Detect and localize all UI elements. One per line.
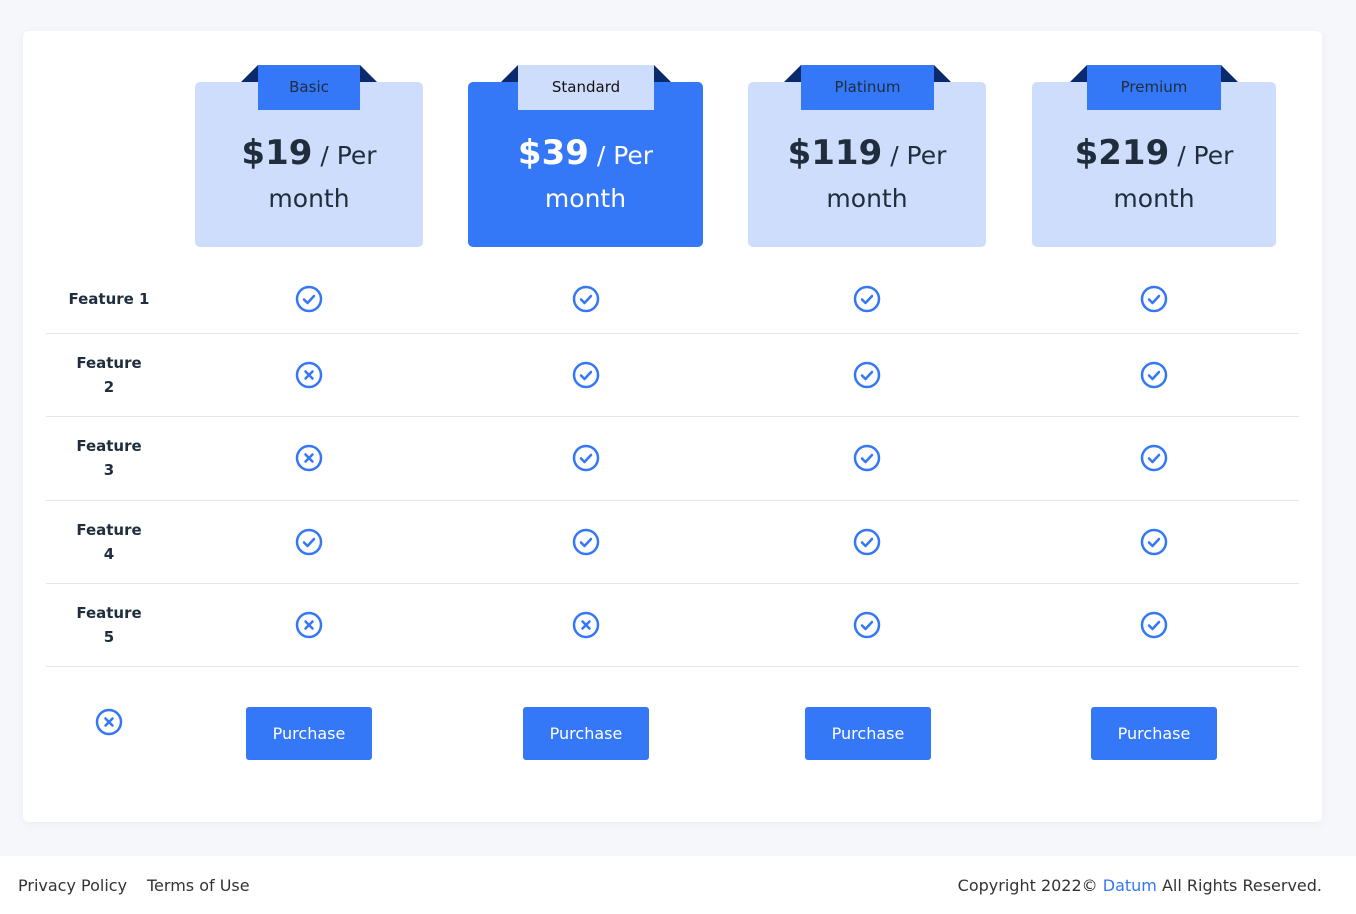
plan-basic: Basic $19 / Per month: [195, 65, 423, 247]
check-circle-icon: [853, 444, 881, 472]
plan-name-ribbon: Platinum: [784, 65, 951, 110]
plan-price: $39 / Per month: [468, 132, 703, 220]
check-circle-icon: [572, 444, 600, 472]
plan-premium: Premium $219 / Per month: [1032, 65, 1276, 247]
price-amount: $219: [1074, 133, 1170, 173]
purchase-button-platinum[interactable]: Purchase: [805, 707, 931, 760]
plan-name: Standard: [551, 78, 621, 96]
feature-5-label: Feature 5: [64, 601, 154, 649]
row-divider: [46, 500, 1299, 501]
row-divider: [46, 666, 1299, 667]
copyright-prefix: Copyright 2022©: [957, 876, 1098, 895]
check-circle-icon: [572, 528, 600, 556]
terms-of-use-link[interactable]: Terms of Use: [147, 876, 250, 895]
feature-3-label: Feature 3: [64, 434, 154, 482]
plan-name-ribbon: Basic: [241, 65, 377, 110]
check-circle-icon: [295, 285, 323, 313]
feature-word: Feature: [76, 437, 142, 455]
check-circle-icon: [295, 528, 323, 556]
plan-platinum: Platinum $119 / Per month: [748, 65, 986, 247]
plan-name-ribbon: Standard: [501, 65, 671, 110]
x-circle-icon: [95, 708, 123, 736]
feature-number: 4: [103, 545, 115, 563]
plan-name-ribbon: Premium: [1070, 65, 1238, 110]
feature-number: 2: [103, 378, 115, 396]
check-circle-icon: [572, 285, 600, 313]
check-circle-icon: [853, 361, 881, 389]
plan-name: Platinum: [834, 78, 901, 96]
feature-1-label: Feature 1: [64, 287, 154, 311]
brand-link[interactable]: Datum: [1103, 876, 1157, 895]
feature-word: Feature 1: [68, 290, 150, 308]
purchase-button-premium[interactable]: Purchase: [1091, 707, 1217, 760]
price-amount: $19: [241, 133, 313, 173]
x-circle-icon: [295, 361, 323, 389]
price-amount: $119: [787, 133, 883, 173]
plan-name: Premium: [1120, 78, 1188, 96]
check-circle-icon: [853, 528, 881, 556]
plan-name: Basic: [289, 78, 329, 96]
feature-number: 5: [103, 628, 115, 646]
plan-price: $219 / Per month: [1032, 132, 1276, 220]
check-circle-icon: [1140, 611, 1168, 639]
price-per: / Per: [596, 141, 654, 170]
check-circle-icon: [853, 611, 881, 639]
check-circle-icon: [572, 361, 600, 389]
price-period: month: [268, 184, 350, 213]
price-period: month: [544, 184, 627, 213]
copyright-text: Copyright 2022© Datum All Rights Reserve…: [958, 876, 1322, 895]
price-per: / Per: [890, 141, 947, 170]
price-period: month: [1113, 184, 1195, 213]
row-divider: [46, 583, 1299, 584]
check-circle-icon: [1140, 285, 1168, 313]
row-divider: [46, 416, 1299, 417]
x-circle-icon: [295, 444, 323, 472]
pricing-card: Basic $19 / Per month Standard $39 / Per…: [23, 31, 1322, 822]
check-circle-icon: [853, 285, 881, 313]
plan-price: $19 / Per month: [195, 132, 423, 220]
price-per: / Per: [1177, 141, 1234, 170]
feature-word: Feature: [76, 354, 142, 372]
feature-2-label: Feature 2: [64, 351, 154, 399]
x-circle-icon: [295, 611, 323, 639]
plan-standard: Standard $39 / Per month: [468, 65, 703, 247]
price-period: month: [826, 184, 908, 213]
purchase-button-basic[interactable]: Purchase: [246, 707, 372, 760]
feature-number: 3: [103, 461, 115, 479]
feature-word: Feature: [76, 521, 142, 539]
price-per: / Per: [320, 141, 377, 170]
copyright-suffix: All Rights Reserved.: [1161, 876, 1322, 895]
privacy-policy-link[interactable]: Privacy Policy: [18, 876, 127, 895]
purchase-button-standard[interactable]: Purchase: [523, 707, 649, 760]
x-circle-icon: [572, 611, 600, 639]
check-circle-icon: [1140, 444, 1168, 472]
feature-4-label: Feature 4: [64, 518, 154, 566]
check-circle-icon: [1140, 528, 1168, 556]
price-amount: $39: [517, 133, 589, 173]
check-circle-icon: [1140, 361, 1168, 389]
row-divider: [46, 333, 1299, 334]
plan-price: $119 / Per month: [748, 132, 986, 220]
feature-word: Feature: [76, 604, 142, 622]
footer: Privacy Policy Terms of Use Copyright 20…: [0, 856, 1356, 914]
